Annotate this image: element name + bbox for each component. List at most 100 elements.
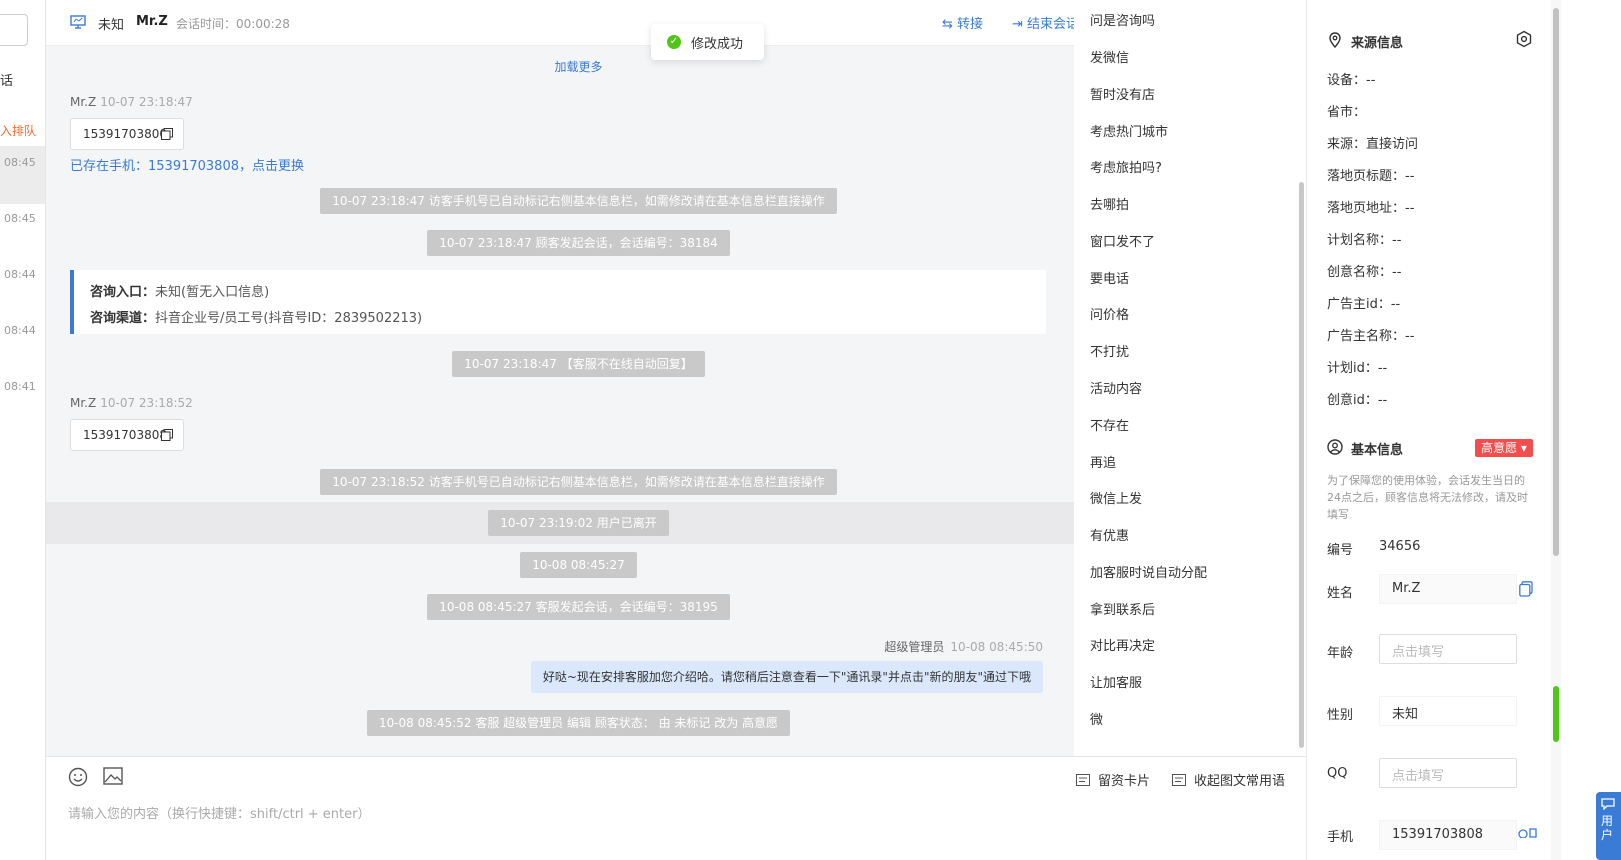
user-float-tab[interactable]: 用户 — [1596, 792, 1621, 860]
agent-message-meta: 超级管理员 10-08 08:45:50 — [884, 638, 1043, 655]
system-message: 10-07 23:18:47 顾客发起会话，会话编号：38184 — [427, 230, 730, 256]
card-icon — [1076, 774, 1090, 786]
phrase-item[interactable]: 要电话 — [1090, 268, 1129, 287]
copy-icon[interactable] — [161, 128, 173, 140]
session-item[interactable]: 08:45 — [0, 202, 45, 260]
age-field[interactable]: 点击填写 — [1379, 634, 1517, 664]
phrase-item[interactable]: 问是咨询吗 — [1090, 10, 1155, 29]
source-origin: 来源：直接访问 — [1327, 137, 1419, 152]
phrase-item[interactable]: 不存在 — [1090, 415, 1129, 434]
session-item[interactable]: 08:41 — [0, 370, 45, 428]
gender-select[interactable]: 未知 — [1379, 696, 1517, 726]
name-value: Mr.Z — [1392, 581, 1421, 596]
system-message-row: 10-07 23:19:02 用户已离开 — [46, 510, 1111, 536]
channel-value: 抖音企业号/员工号(抖音号ID：2839502213) — [155, 311, 423, 326]
session-item-time: 08:44 — [4, 268, 36, 281]
phrase-item[interactable]: 微 — [1090, 709, 1103, 728]
phone-card[interactable]: 15391703808 — [70, 419, 184, 451]
page-scrollbar[interactable] — [1551, 0, 1561, 860]
system-message: 10-08 08:45:27 客服发起会话，会话编号：38195 — [427, 594, 730, 620]
creative-name: 创意名称：-- — [1327, 265, 1402, 280]
basic-info-title: 基本信息 — [1351, 443, 1404, 458]
page-scroll-thumb[interactable] — [1553, 8, 1559, 556]
phone-value: 15391703808 — [1392, 827, 1483, 842]
message-input-area: 留资卡片 收起图文常用语 请输入您的内容（换行快捷键：shift/ctrl + … — [46, 756, 1306, 860]
call-icon[interactable] — [1517, 826, 1537, 838]
message-sender: Mr.Z — [70, 95, 97, 109]
image-icon[interactable] — [103, 767, 123, 785]
phone-card[interactable]: 15391703800 — [70, 118, 184, 150]
phrase-item[interactable]: 让加客服 — [1090, 672, 1142, 691]
copy-name-icon[interactable] — [1519, 581, 1533, 597]
entry-value: 未知(暂无入口信息) — [155, 285, 270, 300]
phrase-scrollbar[interactable] — [1299, 182, 1304, 748]
session-item[interactable]: 08:44 — [0, 314, 45, 372]
phrase-item[interactable]: 暂时没有店 — [1090, 84, 1155, 103]
location-pin-icon — [1329, 32, 1341, 48]
session-tab-label[interactable]: 话 — [0, 70, 13, 89]
session-duration: 会话时间：00:00:28 — [176, 17, 290, 31]
gender-value: 未知 — [1392, 707, 1419, 722]
message-meta: Mr.Z 10-07 23:18:52 — [70, 396, 193, 410]
qq-placeholder: 点击填写 — [1392, 769, 1445, 784]
settings-icon[interactable] — [1515, 30, 1533, 48]
system-message-row: 10-07 23:18:47 顾客发起会话，会话编号：38184 — [46, 230, 1111, 256]
session-list: 话 入排队 08:45 08:45 08:44 08:44 08:41 — [0, 0, 46, 860]
phrase-item[interactable]: 问价格 — [1090, 304, 1129, 323]
phrase-item[interactable]: 活动内容 — [1090, 378, 1142, 397]
chat-panel: 未知 Mr.Z 会话时间：00:00:28 ⇆ 转接 ⇥ 结束会话 ✓ 修改成功… — [46, 0, 1306, 860]
phone-number: 15391703808 — [83, 428, 167, 442]
system-message-row: 10-08 08:45:27 客服发起会话，会话编号：38195 — [46, 594, 1111, 620]
transfer-button[interactable]: ⇆ 转接 — [942, 13, 983, 32]
queue-label[interactable]: 入排队 — [0, 122, 36, 139]
phone-field[interactable]: 15391703808 — [1379, 820, 1517, 850]
phrase-item[interactable]: 有优惠 — [1090, 525, 1129, 544]
phrase-item[interactable]: 拿到联系后 — [1090, 599, 1155, 618]
phrase-item[interactable]: 微信上发 — [1090, 488, 1142, 507]
collapse-phrases-button[interactable]: 收起图文常用语 — [1172, 770, 1285, 789]
phrase-item[interactable]: 发微信 — [1090, 47, 1129, 66]
advertiser-id: 广告主id：-- — [1327, 297, 1401, 312]
entry-label: 咨询入口： — [90, 285, 156, 300]
session-item[interactable]: 08:45 — [0, 146, 45, 204]
system-message: 10-07 23:18:47 访客手机号已自动标记右侧基本信息栏，如需修改请在基… — [320, 188, 837, 214]
phrase-item[interactable]: 窗口发不了 — [1090, 231, 1155, 250]
system-message-row: 10-07 23:18:47 访客手机号已自动标记右侧基本信息栏，如需修改请在基… — [46, 188, 1111, 214]
end-session-button[interactable]: ⇥ 结束会话 — [1012, 13, 1079, 32]
session-search-input[interactable] — [0, 14, 28, 46]
phrase-item[interactable]: 再追 — [1090, 452, 1116, 471]
system-message: 10-07 23:19:02 用户已离开 — [488, 510, 669, 536]
name-field[interactable]: Mr.Z — [1379, 574, 1517, 604]
phrase-item[interactable]: 考虑旅拍吗? — [1090, 157, 1162, 176]
intent-dropdown[interactable]: 高意愿 ▾ — [1475, 439, 1533, 457]
system-message: 10-08 08:45:27 — [520, 552, 637, 578]
copy-icon[interactable] — [161, 429, 173, 441]
system-message: 10-07 23:18:47 【客服不在线自动回复】 — [452, 351, 705, 377]
system-message-row: 10-08 08:45:27 — [46, 552, 1111, 578]
message-sender: Mr.Z — [70, 396, 97, 410]
phrase-item[interactable]: 对比再决定 — [1090, 635, 1155, 654]
customer-id-label: 编号 — [1327, 543, 1354, 558]
phone-label: 手机 — [1327, 830, 1354, 845]
collapse-phrases-label: 收起图文常用语 — [1194, 774, 1286, 789]
phrase-item[interactable]: 加客服时说自动分配 — [1090, 562, 1207, 581]
channel-line: 咨询渠道：抖音企业号/员工号(抖音号ID：2839502213) — [90, 307, 422, 326]
phrase-item[interactable]: 不打扰 — [1090, 341, 1129, 360]
customer-info-panel: 来源信息 设备：-- 省市： 来源：直接访问 落地页标题：-- 落地页地址：--… — [1306, 0, 1551, 860]
phone-exists-link[interactable]: 已存在手机：15391703808，点击更换 — [70, 155, 304, 174]
info-card-label: 留资卡片 — [1098, 774, 1151, 789]
info-card-button[interactable]: 留资卡片 — [1076, 770, 1150, 789]
session-item[interactable]: 08:44 — [0, 258, 45, 316]
emoji-icon[interactable] — [68, 767, 88, 787]
phrase-item[interactable]: 考虑热门城市 — [1090, 121, 1168, 140]
phone-number: 15391703800 — [83, 127, 167, 141]
source-region: 省市： — [1327, 105, 1367, 120]
source-device: 设备：-- — [1327, 73, 1376, 88]
advertiser-name: 广告主名称：-- — [1327, 329, 1415, 344]
age-placeholder: 点击填写 — [1392, 645, 1445, 660]
message-input[interactable]: 请输入您的内容（换行快捷键：shift/ctrl + enter） — [68, 803, 371, 822]
load-more-link[interactable]: 加载更多 — [46, 58, 1111, 75]
system-message-row: 10-08 08:45:52 客服 超级管理员 编辑 顾客状态： 由 未标记 改… — [46, 710, 1111, 736]
qq-field[interactable]: 点击填写 — [1379, 758, 1517, 788]
phrase-item[interactable]: 去哪拍 — [1090, 194, 1129, 213]
